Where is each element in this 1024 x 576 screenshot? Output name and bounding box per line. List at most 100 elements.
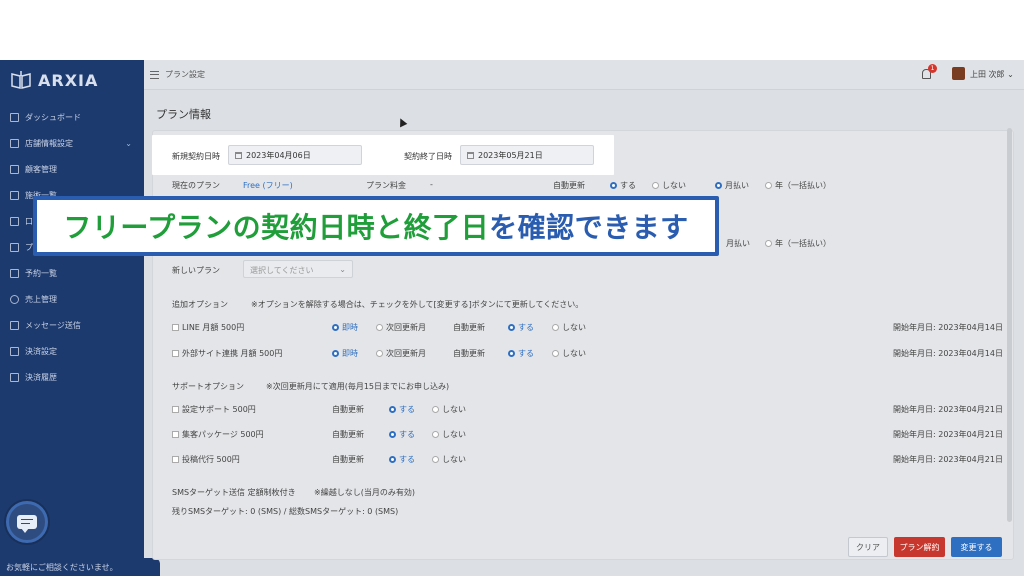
- sidebar-item-dashboard[interactable]: ダッシュボード: [0, 104, 144, 130]
- option-name: LINE 月額 500円: [182, 323, 245, 332]
- logo[interactable]: ARXIA: [10, 70, 98, 90]
- pay-yearly-radio[interactable]: 年（一括払い）: [765, 180, 831, 191]
- sidebar-item-store-settings[interactable]: 店舗情報設定 ⌄: [0, 130, 144, 156]
- option-external-renew-off[interactable]: しない: [552, 348, 586, 359]
- next-month-label: 次回更新月: [386, 349, 426, 358]
- start-date-label: 新規契約日時: [172, 152, 220, 161]
- chevron-down-icon: ⌄: [339, 265, 346, 274]
- sidebar-item-label: 決済履歴: [25, 372, 57, 382]
- edit-icon: [10, 242, 19, 252]
- option-external-renew-on[interactable]: する: [508, 348, 534, 359]
- radio-checked-icon: [389, 406, 396, 413]
- support-name: 集客パッケージ 500円: [182, 430, 264, 439]
- sidebar-item-sales[interactable]: 売上管理: [0, 286, 144, 312]
- radio-icon: [652, 182, 659, 189]
- avatar[interactable]: [952, 67, 965, 80]
- new-pay-yearly-radio[interactable]: 年（一括払い）: [765, 238, 831, 249]
- support-setup-renew-on[interactable]: する: [389, 404, 415, 415]
- option-name: 外部サイト連携 月額 500円: [182, 349, 283, 358]
- sidebar-item-label: 口: [25, 216, 33, 226]
- pay-yearly-label: 年（一括払い）: [775, 181, 831, 190]
- contract-dates-panel: 新規契約日時 2023年04月06日 契約終了日時 2023年05月21日: [152, 135, 614, 175]
- renew-off-label: しない: [442, 455, 466, 464]
- option-external-next-radio[interactable]: 次回更新月: [376, 348, 426, 359]
- sidebar-item-payment-settings[interactable]: 決済設定: [0, 338, 144, 364]
- sidebar-item-label: 決済設定: [25, 346, 57, 356]
- pay-monthly-label: 月払い: [725, 181, 749, 190]
- immediate-label: 即時: [342, 349, 358, 358]
- renew-off-label: しない: [442, 430, 466, 439]
- immediate-label: 即時: [342, 323, 358, 332]
- radio-icon: [765, 182, 772, 189]
- option-line-renew-on[interactable]: する: [508, 322, 534, 333]
- option-external-immediate-radio[interactable]: 即時: [332, 348, 358, 359]
- checkbox-icon: [172, 350, 179, 357]
- option-line-next-radio[interactable]: 次回更新月: [376, 322, 426, 333]
- renew-off-label: しない: [562, 323, 586, 332]
- options-note: ※オプションを解除する場合は、チェックを外して[変更する]ボタンにて更新してくだ…: [251, 300, 584, 309]
- option-line-checkbox[interactable]: LINE 月額 500円: [172, 322, 244, 333]
- change-button[interactable]: 変更する: [951, 537, 1002, 557]
- menu-icon[interactable]: [150, 70, 159, 79]
- option-start-date: 開始年月日: 2023年04月14日: [893, 349, 1003, 358]
- option-external-checkbox[interactable]: 外部サイト連携 月額 500円: [172, 348, 282, 359]
- sidebar-item-payment-history[interactable]: 決済履歴: [0, 364, 144, 390]
- support-posting-renew-on[interactable]: する: [389, 454, 415, 465]
- caption-highlight: フリープランの契約日時と終了日: [63, 211, 490, 244]
- support-marketing-checkbox[interactable]: 集客パッケージ 500円: [172, 429, 264, 440]
- sidebar-item-reservations[interactable]: 予約一覧: [0, 260, 144, 286]
- receipt-icon: [10, 372, 19, 382]
- renew-off-radio[interactable]: しない: [652, 180, 686, 191]
- top-bar: プラン設定 1 上田 次郎 ⌄: [144, 60, 1024, 90]
- auto-renew-label: 自動更新: [332, 430, 364, 439]
- user-icon: [10, 164, 19, 174]
- chat-bubble-icon: [17, 515, 37, 533]
- option-line-immediate-radio[interactable]: 即時: [332, 322, 358, 333]
- radio-checked-icon: [332, 350, 339, 357]
- sidebar-item-messages[interactable]: メッセージ送信: [0, 312, 144, 338]
- end-date-label: 契約終了日時: [404, 152, 452, 161]
- renew-on-label: する: [399, 430, 415, 439]
- support-posting-checkbox[interactable]: 投稿代行 500円: [172, 454, 240, 465]
- support-start-date: 開始年月日: 2023年04月21日: [893, 405, 1003, 414]
- chat-support-button[interactable]: [6, 501, 48, 543]
- calendar-icon: [10, 268, 19, 278]
- radio-checked-icon: [610, 182, 617, 189]
- renew-on-label: する: [620, 181, 636, 190]
- store-icon: [10, 138, 19, 148]
- radio-checked-icon: [508, 350, 515, 357]
- list-icon: [10, 190, 19, 200]
- radio-checked-icon: [332, 324, 339, 331]
- renew-on-radio[interactable]: する: [610, 180, 636, 191]
- pay-monthly-radio[interactable]: 月払い: [715, 180, 749, 191]
- end-date-field[interactable]: 2023年05月21日: [460, 145, 594, 165]
- renew-on-label: する: [518, 323, 534, 332]
- checkbox-icon: [172, 456, 179, 463]
- cancel-plan-button[interactable]: プラン解約: [894, 537, 945, 557]
- plan-fee-value: -: [430, 180, 433, 189]
- renew-on-label: する: [399, 455, 415, 464]
- radio-icon: [432, 431, 439, 438]
- new-plan-select[interactable]: 選択してください ⌄: [243, 260, 353, 278]
- sidebar-item-label: プ: [25, 242, 33, 252]
- start-date-field[interactable]: 2023年04月06日: [228, 145, 362, 165]
- help-bar[interactable]: お気軽にご相談くださいませ。: [0, 558, 160, 576]
- scrollbar[interactable]: [1007, 128, 1012, 522]
- support-name: 設定サポート 500円: [182, 405, 256, 414]
- support-posting-renew-off[interactable]: しない: [432, 454, 466, 465]
- support-setup-checkbox[interactable]: 設定サポート 500円: [172, 404, 256, 415]
- support-name: 投稿代行 500円: [182, 455, 240, 464]
- support-marketing-renew-off[interactable]: しない: [432, 429, 466, 440]
- support-marketing-renew-on[interactable]: する: [389, 429, 415, 440]
- logo-text: ARXIA: [38, 70, 99, 90]
- clear-button[interactable]: クリア: [848, 537, 888, 557]
- support-setup-renew-off[interactable]: しない: [432, 404, 466, 415]
- option-line-renew-off[interactable]: しない: [552, 322, 586, 333]
- auto-renew-label: 自動更新: [553, 181, 585, 190]
- checkbox-icon: [172, 406, 179, 413]
- user-menu[interactable]: 上田 次郎 ⌄: [970, 69, 1014, 80]
- support-start-date: 開始年月日: 2023年04月21日: [893, 430, 1003, 439]
- chevron-down-icon: ⌄: [125, 138, 132, 148]
- auto-renew-label: 自動更新: [453, 349, 485, 358]
- sidebar-item-customers[interactable]: 顧客管理: [0, 156, 144, 182]
